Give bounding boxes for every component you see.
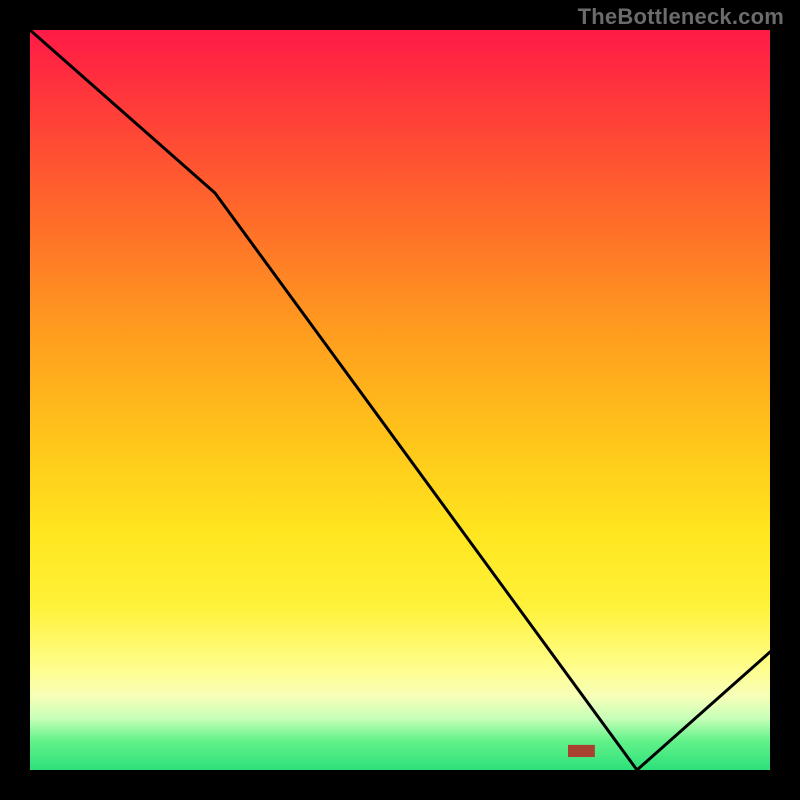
plot-area: ████ (30, 30, 770, 770)
attribution-label: TheBottleneck.com (578, 4, 784, 30)
line-chart-svg (30, 30, 770, 770)
series-curve (30, 30, 770, 770)
chart-frame: TheBottleneck.com ████ (0, 0, 800, 800)
optimal-marker-label: ████ (568, 746, 594, 757)
